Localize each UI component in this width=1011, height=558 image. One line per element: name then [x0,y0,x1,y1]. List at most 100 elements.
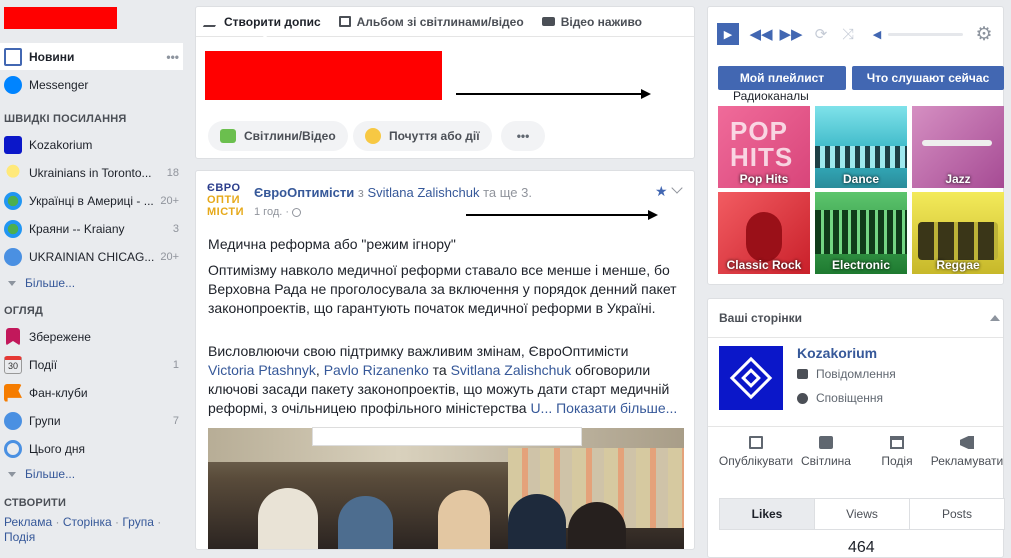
page-avatar[interactable] [719,346,783,410]
news-feed-icon [4,47,22,66]
star-icon[interactable]: ★ [655,183,668,200]
page-logo[interactable]: ЄВРО ОПТИ МІСТИ [207,182,247,222]
tab-create-post[interactable]: Створити допис [202,15,321,29]
group-icon [4,247,22,266]
victoria-ptashnyk-link[interactable]: Victoria Ptashnyk [208,362,316,378]
speakers-art [918,222,998,260]
channel-tile-dance[interactable]: Dance [815,106,907,188]
event-action[interactable]: Подія [857,436,937,469]
with-label: з [357,185,364,200]
feeling-activity-button[interactable]: Почуття або дії [353,121,492,151]
post-photo[interactable] [208,428,684,549]
channel-tile-reggae[interactable]: Reggae [912,192,1004,274]
volume-slider[interactable] [888,33,963,36]
photo-action[interactable]: Світлина [786,436,866,469]
publish-action[interactable]: Опублікувати [717,436,795,469]
see-more-explore-link[interactable]: Більше... [8,467,75,481]
sidebar-item-ukrainians-america[interactable]: Українці в Америці - ... 20+ [0,187,183,214]
sidebar-item-label: Цього дня [29,441,86,456]
channel-tile-jazz[interactable]: Jazz [912,106,1004,188]
and-more-label[interactable]: та ще 3. [483,185,532,200]
sidebar-item-ukrainians-toronto[interactable]: Ukrainians in Toronto... 18 [0,159,183,186]
post-author-link[interactable]: ЄвроОптимісти [254,185,354,200]
create-ad-link[interactable]: Реклама [4,515,52,529]
video-camera-icon [541,17,555,26]
globe-privacy-icon [292,207,302,217]
channel-label: Electronic [831,258,891,272]
photo-video-button[interactable]: Світлини/Відео [208,121,348,151]
page-messages-link[interactable]: Повідомлення [797,367,896,381]
sidebar-item-groups[interactable]: Групи 7 [0,407,183,434]
next-icon[interactable]: ▶▶ [779,23,802,45]
tab-photo-album[interactable]: Альбом зі світлинами/відео [338,14,524,29]
chevron-down-icon [8,472,16,478]
text-span: Висловлюючи свою підтримку важливим змін… [208,343,629,359]
sidebar-item-kraiany[interactable]: Краяни -- Kraiany 3 [0,215,183,242]
post-paragraph-2: Висловлюючи свою підтримку важливим змін… [208,342,678,418]
composer-more-button[interactable]: ••• [501,121,545,151]
action-label: Подія [881,454,913,468]
tab-likes[interactable]: Likes [719,498,815,530]
gear-icon[interactable]: ⚙ [973,23,995,45]
tab-views[interactable]: Views [814,498,910,530]
tagged-user-link[interactable]: Svitlana Zalishchuk [367,185,479,200]
sidebar-item-label: Події [29,357,58,372]
my-playlist-button[interactable]: Мой плейлист [718,66,846,90]
album-icon [338,16,351,27]
photo-video-label: Світлини/Відео [244,129,336,143]
sidebar-item-on-this-day[interactable]: Цього дня [0,435,183,462]
sidebar-item-fan-clubs[interactable]: Фан-клуби [0,379,183,406]
flag-icon [4,383,22,402]
sidebar-item-label: Фан-клуби [29,385,88,400]
more-options-icon[interactable]: ••• [166,50,179,64]
sidebar-item-ukrainian-chicago[interactable]: UKRAINIAN CHICAG... 20+ [0,243,183,270]
pavlo-rizanenko-link[interactable]: Pavlo Rizanenko [324,362,429,378]
play-icon[interactable]: ▶ [717,23,739,45]
page-name-link[interactable]: Kozakorium [797,345,877,361]
show-more-link[interactable]: Показати більше... [556,400,677,416]
shuffle-icon[interactable]: ⤨ [837,23,859,45]
photo-person [438,490,490,549]
channel-tile-classic-rock[interactable]: Classic Rock [718,192,810,274]
create-event-link[interactable]: Подія [4,530,35,544]
photo-icon [220,129,236,143]
channel-tile-electronic[interactable]: Electronic [815,192,907,274]
repeat-icon[interactable]: ⟳ [810,23,832,45]
sidebar-item-messenger[interactable]: Messenger [0,71,183,98]
tab-live-video[interactable]: Відео наживо [541,15,642,29]
post-time[interactable]: 1 год. · [254,206,302,218]
previous-icon[interactable]: ◀◀ [749,23,772,45]
volume-icon[interactable]: ◀ [866,23,888,45]
create-group-link[interactable]: Група [122,515,154,529]
chevron-down-icon[interactable] [671,182,683,194]
ministry-link[interactable]: U... [530,400,552,416]
sidebar-item-news[interactable]: Новини ••• [0,43,183,70]
now-listening-button[interactable]: Что слушают сейчас [852,66,1004,90]
channel-tile-pop-hits[interactable]: POP HITS Pop Hits [718,106,810,188]
svitlana-zalishchuk-link[interactable]: Svitlana Zalishchuk [451,362,572,378]
sidebar-item-label: Messenger [29,77,89,92]
create-page-link[interactable]: Сторінка [63,515,112,529]
explore-heading: ОГЛЯД [4,305,43,317]
page-notifications-link[interactable]: Сповіщення [797,391,883,405]
your-pages-card: Ваші сторінки Kozakorium Повідомлення Сп… [707,298,1005,558]
sidebar-item-events[interactable]: 30 Події 1 [0,351,183,378]
photo-overlay-box [312,427,582,446]
sidebar-item-count: 3 [172,222,179,235]
messages-label: Повідомлення [816,367,896,381]
promote-action[interactable]: Рекламувати [930,436,1004,469]
create-links: Реклама · Сторінка · Група · Подія [4,515,162,544]
sidebar-item-count: 7 [172,414,179,427]
globe-icon [797,392,808,404]
mixer-art [815,146,907,168]
photo-person [508,494,566,549]
post-time-label: 1 год. [254,206,283,218]
post-title: Медична реформа або "режим ігнору" [208,236,456,252]
sidebar-item-saved[interactable]: Збережене [0,323,183,350]
see-more-shortcuts-link[interactable]: Більше... [8,276,75,290]
tab-label: Альбом зі світлинами/відео [356,14,524,29]
sidebar-item-count: 18 [166,166,179,179]
tab-posts[interactable]: Posts [909,498,1005,530]
chevron-up-icon[interactable] [990,315,1000,321]
sidebar-item-kozakorium[interactable]: Kozakorium [0,131,183,158]
